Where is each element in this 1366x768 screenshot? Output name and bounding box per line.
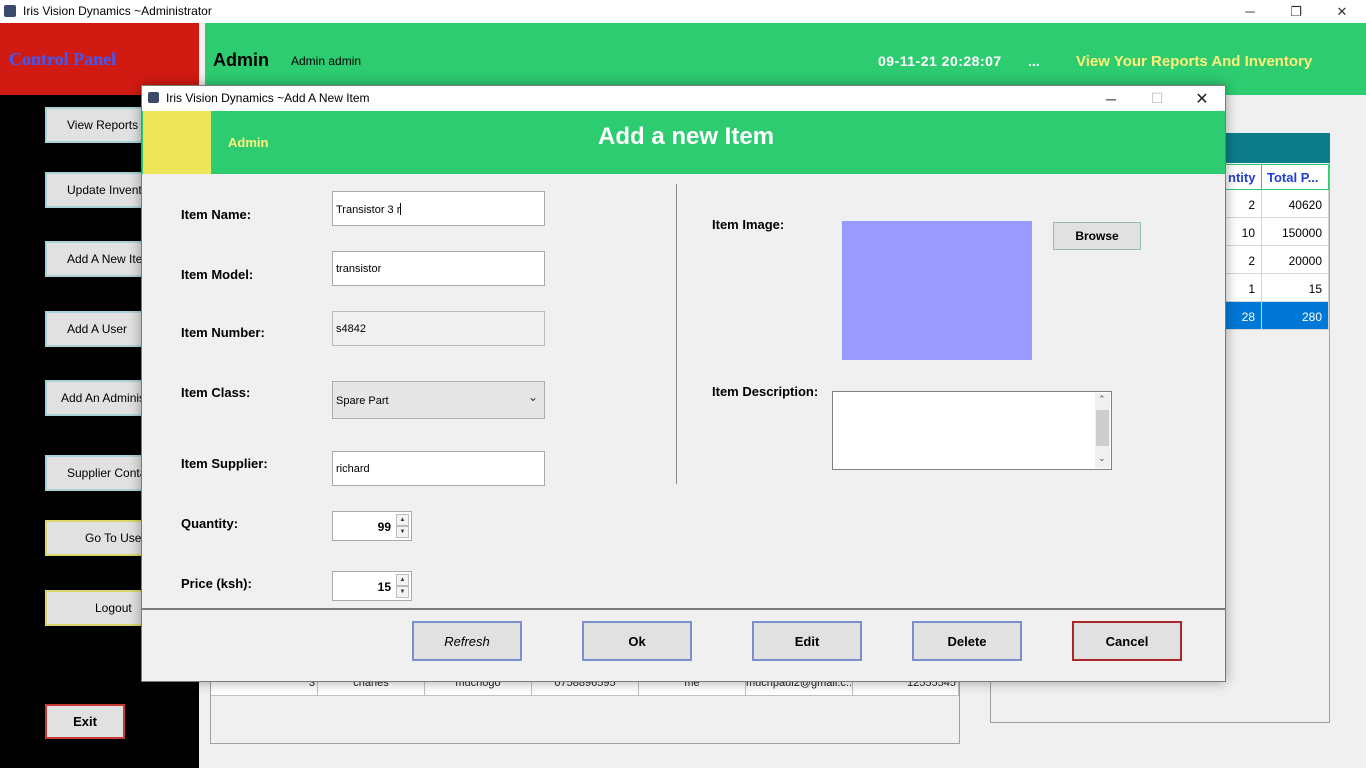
description-scrollbar[interactable]: ⌃ ⌄ (1095, 393, 1110, 468)
inventory-column-quantity[interactable]: ntity (1222, 164, 1262, 190)
item-image-label: Item Image: (712, 217, 785, 232)
table-cell[interactable]: 2 (1222, 246, 1262, 274)
add-user-button[interactable]: Add A User (45, 311, 145, 347)
add-new-item-button[interactable]: Add A New Item (45, 241, 145, 277)
item-name-input[interactable]: Transistor 3 r (332, 191, 545, 226)
add-item-dialog: Iris Vision Dynamics ~Add A New Item ─ ☐… (141, 85, 1226, 682)
control-panel-title: Control Panel (9, 49, 117, 69)
dialog-title: Iris Vision Dynamics ~Add A New Item (166, 91, 370, 105)
table-cell[interactable]: 15 (1262, 274, 1329, 302)
scroll-up-icon[interactable]: ⌃ (1098, 394, 1106, 405)
price-value: 15 (377, 580, 391, 594)
cancel-button[interactable]: Cancel (1072, 621, 1182, 661)
item-model-label: Item Model: (181, 267, 254, 282)
item-class-value: Spare Part (336, 395, 389, 407)
item-supplier-label: Item Supplier: (181, 456, 268, 471)
scrollbar-thumb[interactable] (1096, 410, 1109, 446)
table-cell[interactable]: 150000 (1262, 218, 1329, 246)
inventory-table-caption (1222, 133, 1330, 163)
dialog-header: Admin Add a new Item (142, 111, 1225, 174)
close-button[interactable]: ✕ (1319, 0, 1365, 23)
dialog-title-bar: Iris Vision Dynamics ~Add A New Item ─ ☐… (142, 86, 1225, 111)
header-tagline: View Your Reports And Inventory (1076, 53, 1313, 70)
item-name-value: Transistor 3 r (336, 204, 401, 216)
table-cell[interactable]: 10 (1222, 218, 1262, 246)
minimize-button[interactable]: ─ (1227, 0, 1273, 23)
table-cell-selected[interactable]: 28 (1222, 302, 1262, 330)
quantity-up-arrow-icon[interactable]: ▲ (396, 514, 409, 526)
restore-button[interactable]: ❐ (1273, 0, 1319, 23)
form-divider (676, 184, 677, 484)
item-class-label: Item Class: (181, 385, 251, 400)
refresh-button[interactable]: Refresh (412, 621, 522, 661)
header-user-name: Admin admin (291, 54, 362, 68)
table-cell-selected[interactable]: 280 (1262, 302, 1329, 330)
header-datetime: 09-11-21 20:28:07 (878, 53, 1002, 69)
scroll-down-icon[interactable]: ⌄ (1098, 453, 1106, 464)
table-cell[interactable]: 40620 (1262, 190, 1329, 218)
action-separator (142, 608, 1225, 610)
app-icon (4, 5, 16, 17)
text-cursor (400, 203, 402, 215)
edit-button[interactable]: Edit (752, 621, 862, 661)
view-reports-button[interactable]: View Reports (45, 107, 145, 143)
item-description-label: Item Description: (712, 384, 819, 399)
delete-button[interactable]: Delete (912, 621, 1022, 661)
item-description-textarea[interactable]: ⌃ ⌄ (832, 391, 1112, 470)
quantity-label: Quantity: (181, 516, 239, 531)
item-number-input[interactable]: s4842 (332, 311, 545, 346)
exit-button[interactable]: Exit (45, 704, 125, 739)
add-administrator-button[interactable]: Add An Administrator (45, 380, 145, 416)
quantity-value: 99 (377, 520, 391, 534)
logout-button[interactable]: Logout (45, 590, 145, 626)
header-ellipsis: ... (1028, 53, 1040, 69)
dialog-header-user: Admin (228, 135, 269, 150)
dialog-close-button[interactable]: ✕ (1179, 86, 1225, 111)
item-class-select[interactable]: Spare Part ⌄ (332, 381, 545, 419)
main-title-bar: Iris Vision Dynamics ~Administrator ─ ❐ … (0, 0, 1366, 23)
item-supplier-input[interactable]: richard (332, 451, 545, 486)
table-cell[interactable]: 20000 (1262, 246, 1329, 274)
dialog-header-title: Add a new Item (598, 123, 775, 150)
dialog-minimize-button[interactable]: ─ (1088, 86, 1134, 111)
item-model-input[interactable]: transistor (332, 251, 545, 286)
item-number-label: Item Number: (181, 325, 265, 340)
price-stepper[interactable]: 15 ▲ ▼ (332, 571, 412, 601)
quantity-down-arrow-icon[interactable]: ▼ (396, 526, 409, 538)
table-cell[interactable]: 2 (1222, 190, 1262, 218)
app-icon (148, 92, 159, 103)
inventory-column-total-price[interactable]: Total P... (1261, 164, 1329, 190)
dialog-maximize-button[interactable]: ☐ (1134, 86, 1180, 111)
quantity-stepper[interactable]: 99 ▲ ▼ (332, 511, 412, 541)
header-role: Admin (213, 50, 269, 70)
header-accent-block (143, 111, 211, 174)
item-image-preview (842, 221, 1032, 360)
table-cell[interactable]: 1 (1222, 274, 1262, 302)
browse-button[interactable]: Browse (1053, 222, 1141, 250)
price-down-arrow-icon[interactable]: ▼ (396, 586, 409, 598)
ok-button[interactable]: Ok (582, 621, 692, 661)
go-to-user-button[interactable]: Go To User (45, 520, 145, 556)
price-up-arrow-icon[interactable]: ▲ (396, 574, 409, 586)
main-window-title: Iris Vision Dynamics ~Administrator (23, 4, 212, 18)
supplier-contacts-button[interactable]: Supplier Contacts (45, 455, 145, 491)
item-name-label: Item Name: (181, 207, 252, 222)
chevron-down-icon: ⌄ (527, 390, 538, 404)
update-inventory-button[interactable]: Update Inventory (45, 172, 145, 208)
price-label: Price (ksh): (181, 576, 252, 591)
